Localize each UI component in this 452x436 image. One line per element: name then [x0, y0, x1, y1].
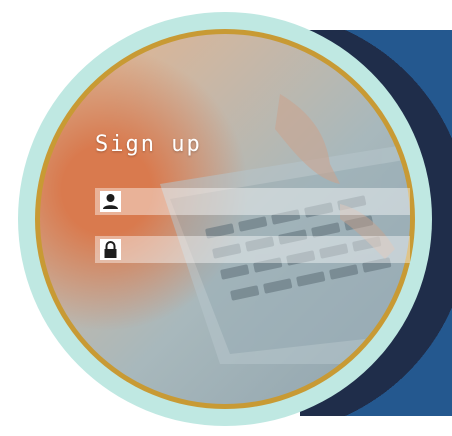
signup-illustration: Sign up [0, 0, 452, 436]
signup-title: Sign up [95, 132, 202, 157]
laptop-keyboard-graphic [160, 94, 410, 364]
lock-icon [100, 239, 121, 260]
username-field[interactable] [95, 188, 410, 215]
laptop-typing-photo [40, 34, 410, 404]
password-field[interactable] [95, 236, 410, 263]
user-icon [100, 191, 121, 212]
